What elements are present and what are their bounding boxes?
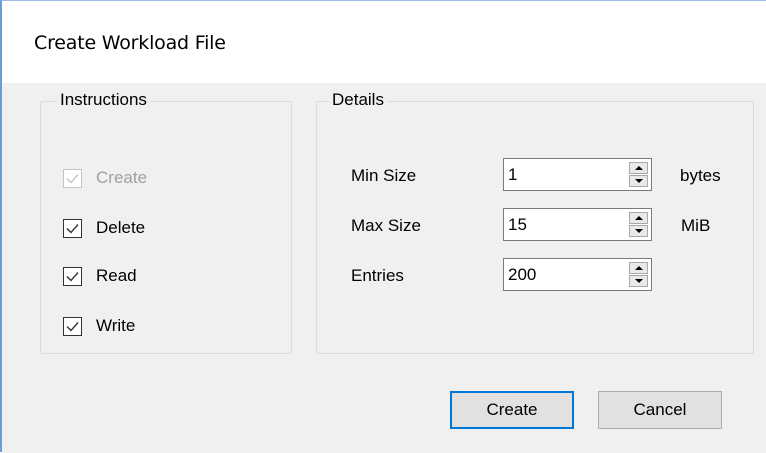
create-button[interactable]: Create bbox=[450, 391, 574, 429]
window-title: Create Workload File bbox=[34, 32, 226, 54]
entries-input[interactable] bbox=[504, 259, 622, 290]
min-size-spinner[interactable] bbox=[503, 158, 652, 191]
write-checkbox-label[interactable]: Write bbox=[96, 316, 135, 336]
arrow-up-icon bbox=[634, 216, 643, 220]
read-checkbox-row[interactable]: Read bbox=[63, 264, 137, 288]
min-size-decrement-button[interactable] bbox=[629, 175, 648, 187]
entries-spin-buttons bbox=[629, 262, 648, 287]
min-size-unit: bytes bbox=[680, 166, 721, 185]
details-group: Details Min Size bytes Max Size MiB Entr… bbox=[316, 90, 754, 354]
arrow-down-icon bbox=[634, 279, 643, 283]
delete-checkbox-label[interactable]: Delete bbox=[96, 218, 145, 238]
arrow-up-icon bbox=[634, 266, 643, 270]
min-size-input[interactable] bbox=[504, 159, 622, 190]
max-size-label: Max Size bbox=[351, 216, 421, 235]
read-checkbox[interactable] bbox=[63, 266, 82, 286]
entries-spinner[interactable] bbox=[503, 258, 652, 291]
arrow-up-icon bbox=[634, 166, 643, 170]
create-checkbox-row: Create bbox=[63, 166, 147, 190]
cancel-button[interactable]: Cancel bbox=[598, 391, 722, 429]
checkmark-icon bbox=[66, 223, 79, 234]
details-group-title: Details bbox=[329, 90, 387, 110]
read-checkbox-label[interactable]: Read bbox=[96, 266, 137, 286]
create-workload-dialog: Create Workload File Instructions Create bbox=[0, 0, 766, 453]
delete-checkbox-row[interactable]: Delete bbox=[63, 216, 145, 240]
title-bar[interactable]: Create Workload File bbox=[2, 1, 766, 83]
max-size-spinner[interactable] bbox=[503, 208, 652, 241]
checkmark-icon bbox=[66, 321, 79, 332]
dialog-body: Instructions Create Delete Read Write De… bbox=[2, 83, 766, 453]
write-checkbox[interactable] bbox=[63, 316, 82, 336]
max-size-spin-buttons bbox=[629, 212, 648, 237]
write-checkbox-row[interactable]: Write bbox=[63, 314, 135, 338]
min-size-increment-button[interactable] bbox=[629, 162, 648, 174]
max-size-unit: MiB bbox=[681, 216, 711, 235]
delete-checkbox[interactable] bbox=[63, 218, 82, 238]
create-checkbox bbox=[63, 168, 82, 188]
create-checkbox-label: Create bbox=[96, 168, 148, 187]
checkmark-icon bbox=[66, 271, 79, 282]
min-size-spin-buttons bbox=[629, 162, 648, 187]
max-size-input[interactable] bbox=[504, 209, 622, 240]
max-size-decrement-button[interactable] bbox=[629, 225, 648, 237]
arrow-down-icon bbox=[634, 179, 643, 183]
checkmark-icon bbox=[66, 173, 79, 184]
arrow-down-icon bbox=[634, 229, 643, 233]
entries-label: Entries bbox=[351, 266, 404, 285]
instructions-group: Instructions Create Delete Read Write bbox=[40, 90, 292, 354]
max-size-increment-button[interactable] bbox=[629, 212, 648, 224]
entries-decrement-button[interactable] bbox=[629, 275, 648, 287]
entries-increment-button[interactable] bbox=[629, 262, 648, 274]
instructions-group-title: Instructions bbox=[57, 90, 150, 110]
min-size-label: Min Size bbox=[351, 166, 417, 185]
